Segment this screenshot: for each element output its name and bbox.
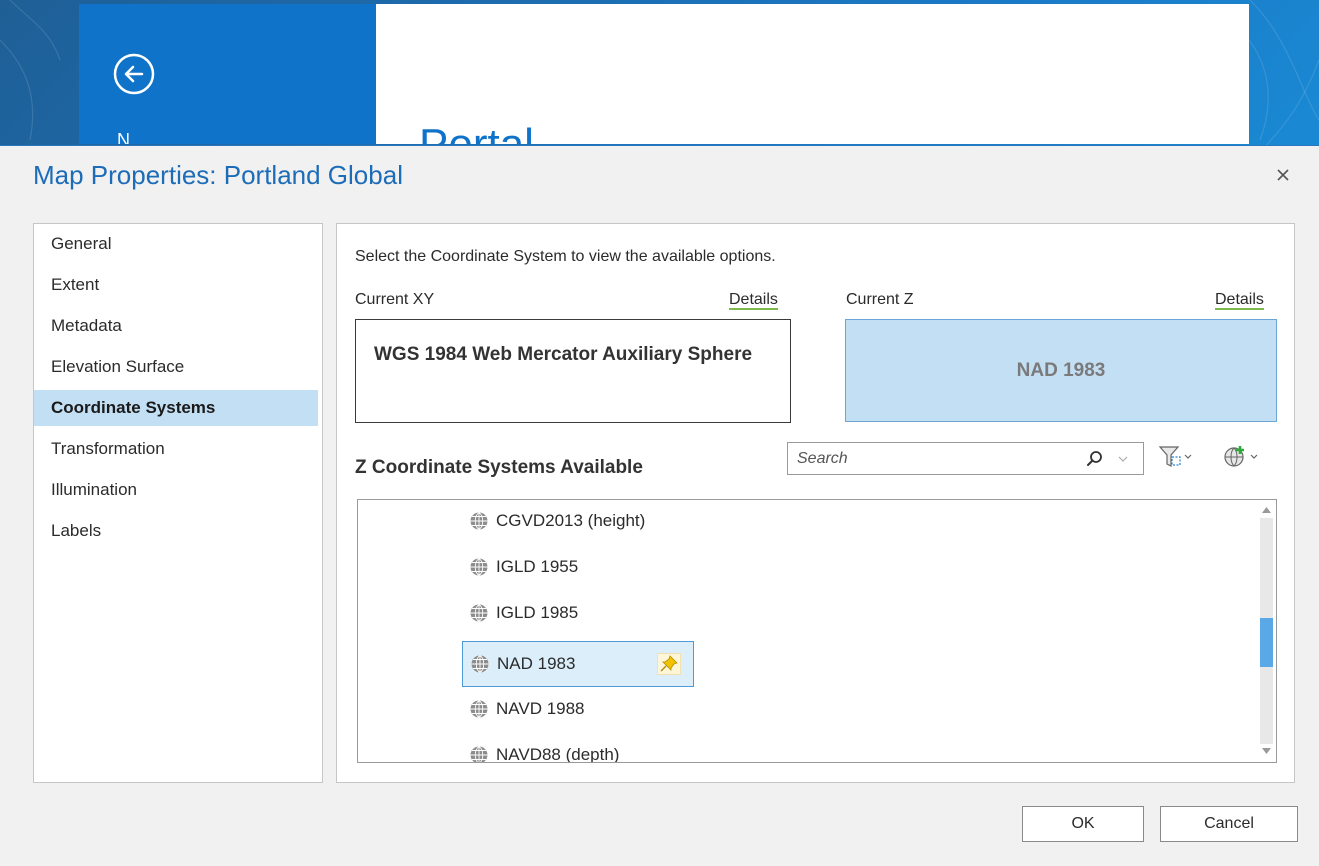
chevron-down-icon[interactable]	[1118, 455, 1128, 463]
nav-item-elevation-surface[interactable]: Elevation Surface	[34, 349, 318, 385]
globe-icon	[470, 512, 488, 530]
nav-item-extent[interactable]: Extent	[34, 267, 318, 303]
list-item-navd88-depth[interactable]: NAVD88 (depth)	[462, 737, 694, 763]
filter-icon	[1158, 446, 1192, 467]
current-z-value: NAD 1983	[1016, 359, 1106, 381]
current-z-box[interactable]: NAD 1983	[845, 319, 1277, 422]
nav-item-transformation[interactable]: Transformation	[34, 431, 318, 467]
z-systems-heading: Z Coordinate Systems Available	[355, 457, 643, 478]
list-item-nad-1983[interactable]: NAD 1983	[462, 641, 694, 687]
globe-icon	[470, 746, 488, 762]
globe-icon	[471, 655, 489, 673]
globe-add-icon	[1224, 446, 1258, 467]
list-item-label: CGVD2013 (height)	[496, 511, 646, 530]
close-button[interactable]	[1268, 160, 1298, 190]
backstage-sidebar: N	[79, 4, 376, 144]
z-details-link[interactable]: Details	[1215, 291, 1264, 310]
list-item-igld-1955[interactable]: IGLD 1955	[462, 549, 694, 585]
list-item-igld-1985[interactable]: IGLD 1985	[462, 595, 694, 631]
nav-item-illumination[interactable]: Illumination	[34, 472, 318, 508]
list-item-navd-1988[interactable]: NAVD 1988	[462, 691, 694, 727]
filter-button[interactable]	[1156, 442, 1196, 472]
back-arrow-icon[interactable]	[112, 52, 156, 96]
search-box	[787, 442, 1144, 475]
list-item-label: NAVD88 (depth)	[496, 745, 620, 763]
add-coordinate-system-button[interactable]	[1221, 442, 1263, 472]
properties-nav: General Extent Metadata Elevation Surfac…	[33, 223, 323, 783]
scroll-up-arrow-icon[interactable]	[1261, 505, 1272, 514]
current-xy-label: Current XY	[355, 291, 435, 308]
globe-icon	[470, 604, 488, 622]
coordinate-systems-panel: Select the Coordinate System to view the…	[336, 223, 1295, 783]
z-systems-list[interactable]: CGVD2013 (height) IGLD 1955 IGLD 1985 NA…	[357, 499, 1277, 763]
search-icon[interactable]	[1085, 449, 1105, 469]
backstage-sidebar-item: N	[117, 130, 130, 144]
list-item-label: NAD 1983	[497, 654, 576, 673]
nav-item-general[interactable]: General	[34, 226, 318, 262]
nav-item-metadata[interactable]: Metadata	[34, 308, 318, 344]
dialog-title: Map Properties: Portland Global	[33, 160, 403, 190]
list-item-cgvd2013[interactable]: CGVD2013 (height)	[462, 503, 694, 539]
current-xy-box[interactable]: WGS 1984 Web Mercator Auxiliary Sphere	[355, 319, 791, 423]
search-input[interactable]	[788, 443, 1068, 474]
nav-item-labels[interactable]: Labels	[34, 513, 318, 549]
cancel-button[interactable]: Cancel	[1160, 806, 1298, 842]
current-z-label: Current Z	[846, 291, 914, 308]
scroll-thumb[interactable]	[1260, 618, 1273, 667]
vertical-scrollbar[interactable]	[1257, 500, 1276, 762]
map-properties-dialog: Map Properties: Portland Global General …	[0, 145, 1319, 866]
scroll-down-arrow-icon[interactable]	[1261, 747, 1272, 756]
ok-button[interactable]: OK	[1022, 806, 1144, 842]
list-item-label: IGLD 1985	[496, 603, 579, 622]
list-item-label: NAVD 1988	[496, 699, 585, 718]
xy-details-link[interactable]: Details	[729, 291, 778, 310]
nav-item-coordinate-systems[interactable]: Coordinate Systems	[34, 390, 318, 426]
favorite-pin-icon[interactable]	[657, 653, 681, 675]
globe-icon	[470, 558, 488, 576]
globe-icon	[470, 700, 488, 718]
list-item-label: IGLD 1955	[496, 557, 579, 576]
instructions-text: Select the Coordinate System to view the…	[355, 248, 776, 265]
close-icon	[1277, 169, 1289, 181]
backstage-page-title: Portal	[419, 120, 534, 144]
background-app-window: N Portal	[79, 4, 1249, 144]
